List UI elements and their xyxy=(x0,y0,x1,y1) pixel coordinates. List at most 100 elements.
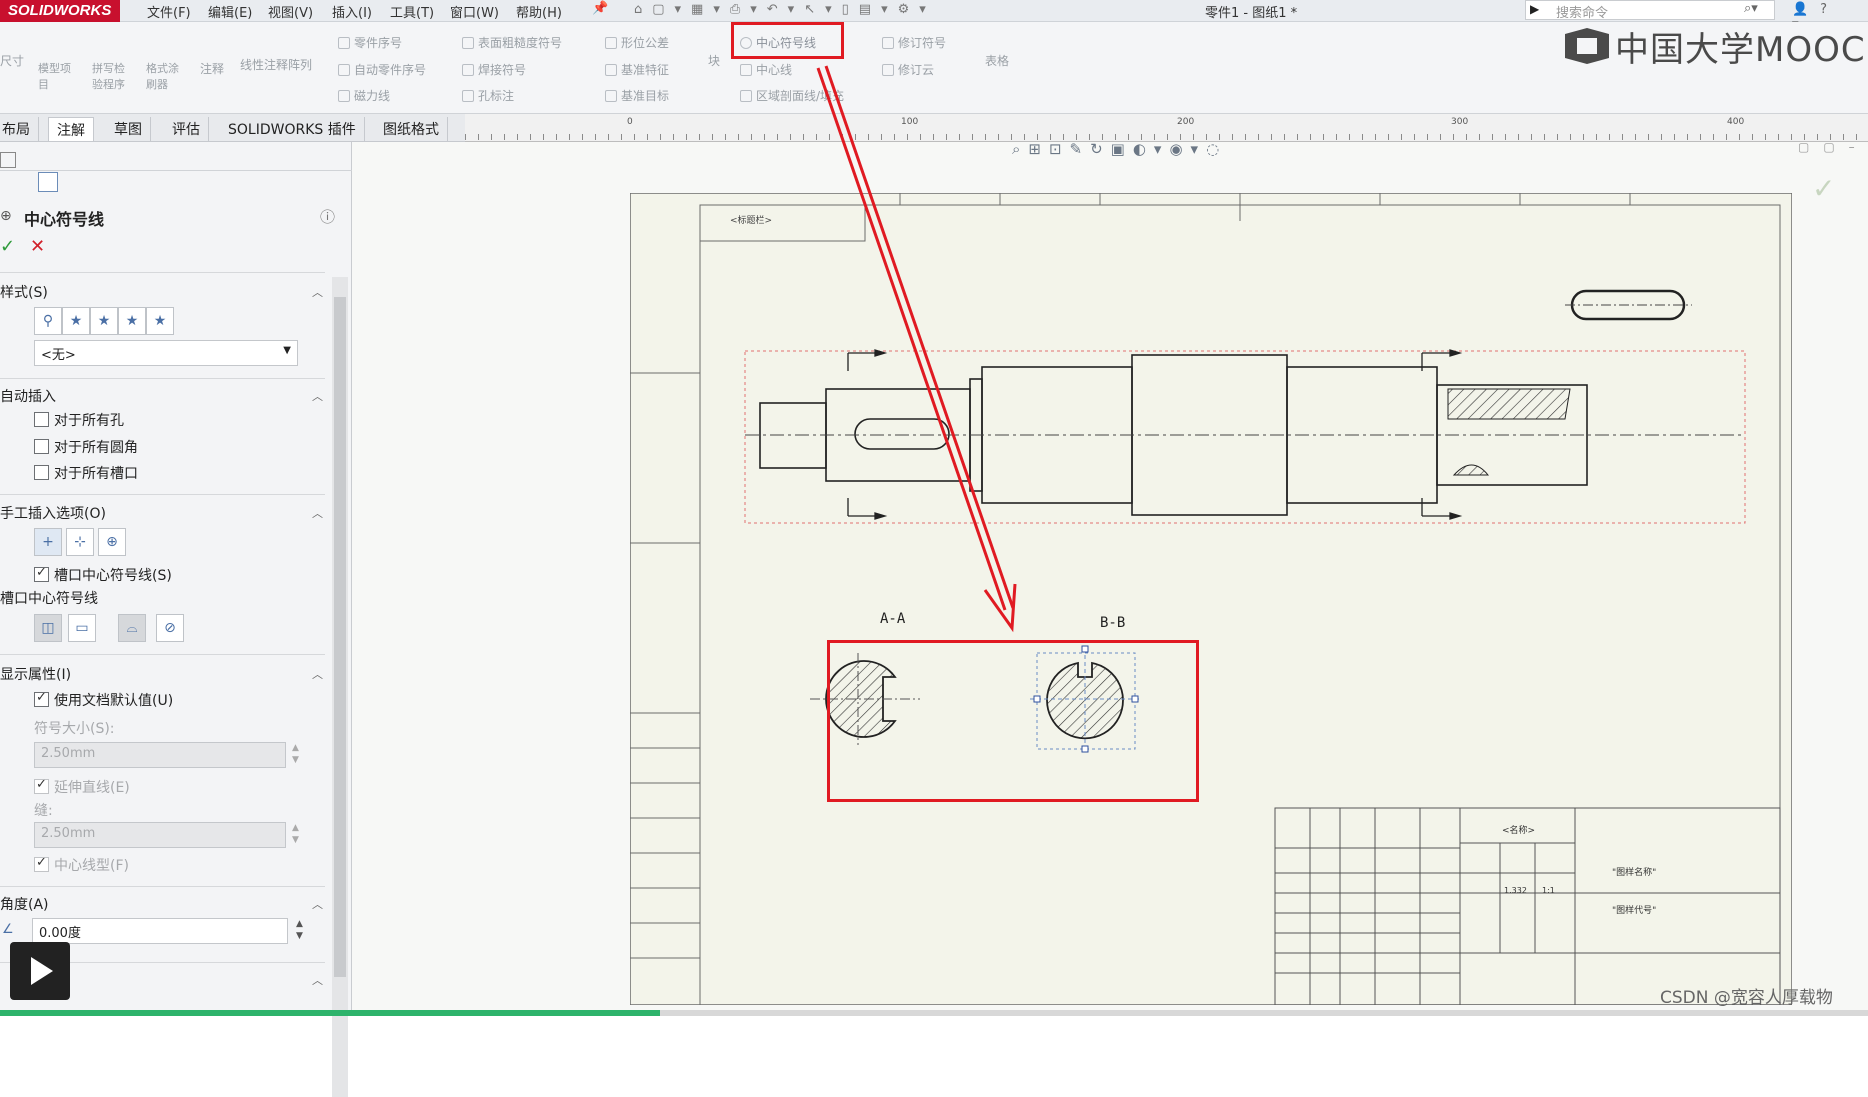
menu-insert[interactable]: 插入(I) xyxy=(332,2,372,21)
tab-evaluate[interactable]: 评估 xyxy=(164,117,209,141)
label-slot-center-marks: 槽口中心符号线(S) xyxy=(54,568,172,584)
checkbox-centerline-font[interactable] xyxy=(34,855,49,872)
ribbon-datum-target[interactable]: 基准目标 xyxy=(605,87,669,104)
section-display-attributes[interactable]: 显示属性(I) xyxy=(0,664,71,684)
ribbon-model-items[interactable]: 模型项目 xyxy=(38,60,78,92)
play-button[interactable] xyxy=(10,942,70,1000)
property-manager-panel: ⊕ 中心符号线 ⓘ ✓ ✕ 样式(S) ︿ ⚲ ★ ★ ★ ★ <无> ▼ 自动插… xyxy=(0,142,352,1097)
ribbon-centerline[interactable]: 中心线 xyxy=(740,61,792,78)
quick-access-icons[interactable]: ⌂▢▾▦▾⎙▾↶▾↖▾▯▤▾⚙▾ xyxy=(634,2,936,17)
ribbon-tables[interactable]: 表格 xyxy=(985,52,1009,69)
linear-center-mark-icon[interactable]: ⊹ xyxy=(66,528,94,556)
help-icon[interactable]: ⓘ xyxy=(320,206,335,227)
chevron-up-icon[interactable]: ︿ xyxy=(312,666,323,682)
ribbon-format-painter[interactable]: 格式涂刷器 xyxy=(146,60,186,92)
ribbon-surface-finish[interactable]: 表面粗糙度符号 xyxy=(462,34,562,51)
search-icon[interactable]: ⌕▾ xyxy=(1744,1,1758,16)
slot-mark-icon-1[interactable]: ◫ xyxy=(34,614,62,642)
chevron-up-icon[interactable]: ︿ xyxy=(312,388,323,404)
drawing-sheet[interactable]: <标题栏> A-A B-B <名称> "图样名称" "图样代号" 1:1 1.3… xyxy=(630,193,1792,1005)
viewport-controls[interactable]: ▢▢– xyxy=(1798,140,1868,154)
section-manual-insert[interactable]: 手工插入选项(O) xyxy=(0,503,106,523)
slot-mark-icon-2[interactable]: ▭ xyxy=(68,614,96,642)
ribbon-note[interactable]: 注释 xyxy=(200,60,224,77)
ribbon-blocks[interactable]: 块 xyxy=(708,52,722,69)
menu-help[interactable]: 帮助(H) xyxy=(516,2,562,21)
property-manager-icon[interactable] xyxy=(38,172,58,192)
ribbon-revision-cloud[interactable]: 修订云 xyxy=(882,61,934,78)
menu-window[interactable]: 窗口(W) xyxy=(450,2,499,21)
style-icon-3[interactable]: ★ xyxy=(90,307,118,335)
gap-spinner[interactable]: ▲ ▼ xyxy=(292,822,299,846)
checkbox-use-doc-defaults[interactable] xyxy=(34,690,49,707)
panel-scrollbar[interactable] xyxy=(332,277,348,1097)
mark-size-field[interactable]: 2.50mm xyxy=(34,742,286,768)
style-icon-4[interactable]: ★ xyxy=(118,307,146,335)
separator xyxy=(0,654,325,655)
horizontal-ruler: 0 100 200 300 400 xyxy=(465,114,1868,142)
chevron-up-icon[interactable]: ︿ xyxy=(312,896,323,912)
solidworks-logo[interactable]: SOLIDWORKS xyxy=(0,0,120,22)
section-auto-insert[interactable]: 自动插入 xyxy=(0,386,56,406)
confirmation-corner-icon[interactable]: ✓ xyxy=(1812,172,1835,205)
chevron-up-icon[interactable]: ︿ xyxy=(312,505,323,521)
menu-edit[interactable]: 编辑(E) xyxy=(208,2,252,21)
angle-field[interactable]: 0.00度 xyxy=(32,918,288,944)
ribbon-datum-feature[interactable]: 基准特征 xyxy=(605,61,669,78)
tab-sketch[interactable]: 草图 xyxy=(106,117,151,141)
menu-tools[interactable]: 工具(T) xyxy=(390,2,434,21)
ribbon-linear-note-pattern[interactable]: 线性注释阵列 xyxy=(240,56,312,73)
checkbox-all-slots[interactable] xyxy=(34,465,49,480)
style-icon-1[interactable]: ⚲ xyxy=(34,307,62,335)
ribbon-weld-symbol[interactable]: 焊接符号 xyxy=(462,61,526,78)
feature-tree-icon[interactable] xyxy=(0,152,16,168)
gap-field[interactable]: 2.50mm xyxy=(34,822,286,848)
center-mark-highlight-box xyxy=(731,22,844,59)
search-input[interactable]: 搜索命令 xyxy=(1556,2,1608,21)
style-icon-5[interactable]: ★ xyxy=(146,307,174,335)
ribbon-geometric-tolerance[interactable]: 形位公差 xyxy=(605,34,669,51)
cancel-icon[interactable]: ✕ xyxy=(30,236,45,257)
menu-view[interactable]: 视图(V) xyxy=(268,2,313,21)
section-views-highlight-box xyxy=(827,640,1199,802)
center-mark-title-icon: ⊕ xyxy=(0,208,12,224)
ribbon-spell-check[interactable]: 拼写检验程序 xyxy=(92,60,134,92)
video-progress-bar[interactable] xyxy=(0,1010,1868,1016)
ribbon-hole-callout[interactable]: 孔标注 xyxy=(462,87,514,104)
ribbon-revision-symbol[interactable]: 修订符号 xyxy=(882,34,946,51)
label-all-fillets: 对于所有圆角 xyxy=(54,440,138,456)
tab-annotation[interactable]: 注解 xyxy=(48,117,94,141)
circular-center-mark-icon[interactable]: ⊕ xyxy=(98,528,126,556)
ribbon-smart-dimension[interactable]: 尺寸 xyxy=(0,52,24,69)
checkbox-extend-lines[interactable] xyxy=(34,777,49,794)
chevron-up-icon[interactable]: ︿ xyxy=(312,972,323,988)
section-style[interactable]: 样式(S) xyxy=(0,282,48,302)
checkbox-all-holes[interactable] xyxy=(34,412,49,427)
ribbon-auto-balloon[interactable]: 自动零件序号 xyxy=(338,61,426,78)
pin-icon[interactable]: 📌 xyxy=(592,1,608,16)
mooc-watermark: 中国大学MOOC xyxy=(1615,30,1866,70)
checkbox-all-fillets[interactable] xyxy=(34,439,49,454)
heads-up-view-toolbar[interactable]: ⌕⊞⊡✎↻▣◐▾◉▾◌ xyxy=(1012,140,1227,158)
angle-spinner[interactable]: ▲ ▼ xyxy=(296,918,303,942)
slot-mark-icon-3[interactable]: ⌓ xyxy=(118,614,146,642)
menu-file[interactable]: 文件(F) xyxy=(147,2,191,21)
ribbon-area-hatch[interactable]: 区域剖面线/填充 xyxy=(740,87,844,104)
style-dropdown[interactable]: <无> ▼ xyxy=(34,340,298,366)
single-center-mark-icon[interactable]: + xyxy=(34,528,62,556)
search-box[interactable]: ▶ 搜索命令 ⌕▾ xyxy=(1525,0,1775,21)
ok-icon[interactable]: ✓ xyxy=(0,236,15,257)
search-scope-icon[interactable]: ▶ xyxy=(1530,2,1539,16)
tab-solidworks-addins[interactable]: SOLIDWORKS 插件 xyxy=(220,117,365,141)
scrollbar-thumb[interactable] xyxy=(334,297,346,977)
ribbon-magnetic-line[interactable]: 磁力线 xyxy=(338,87,390,104)
style-icon-2[interactable]: ★ xyxy=(62,307,90,335)
mark-size-spinner[interactable]: ▲ ▼ xyxy=(292,742,299,766)
tab-layout[interactable]: 布局 xyxy=(0,117,39,141)
tab-sheet-format[interactable]: 图纸格式 xyxy=(375,117,448,141)
chevron-up-icon[interactable]: ︿ xyxy=(312,284,323,300)
section-angle[interactable]: 角度(A) xyxy=(0,894,49,914)
slot-mark-icon-4[interactable]: ⊘ xyxy=(156,614,184,642)
ribbon-balloon[interactable]: 零件序号 xyxy=(338,34,402,51)
checkbox-slot-center-marks[interactable] xyxy=(34,565,49,582)
